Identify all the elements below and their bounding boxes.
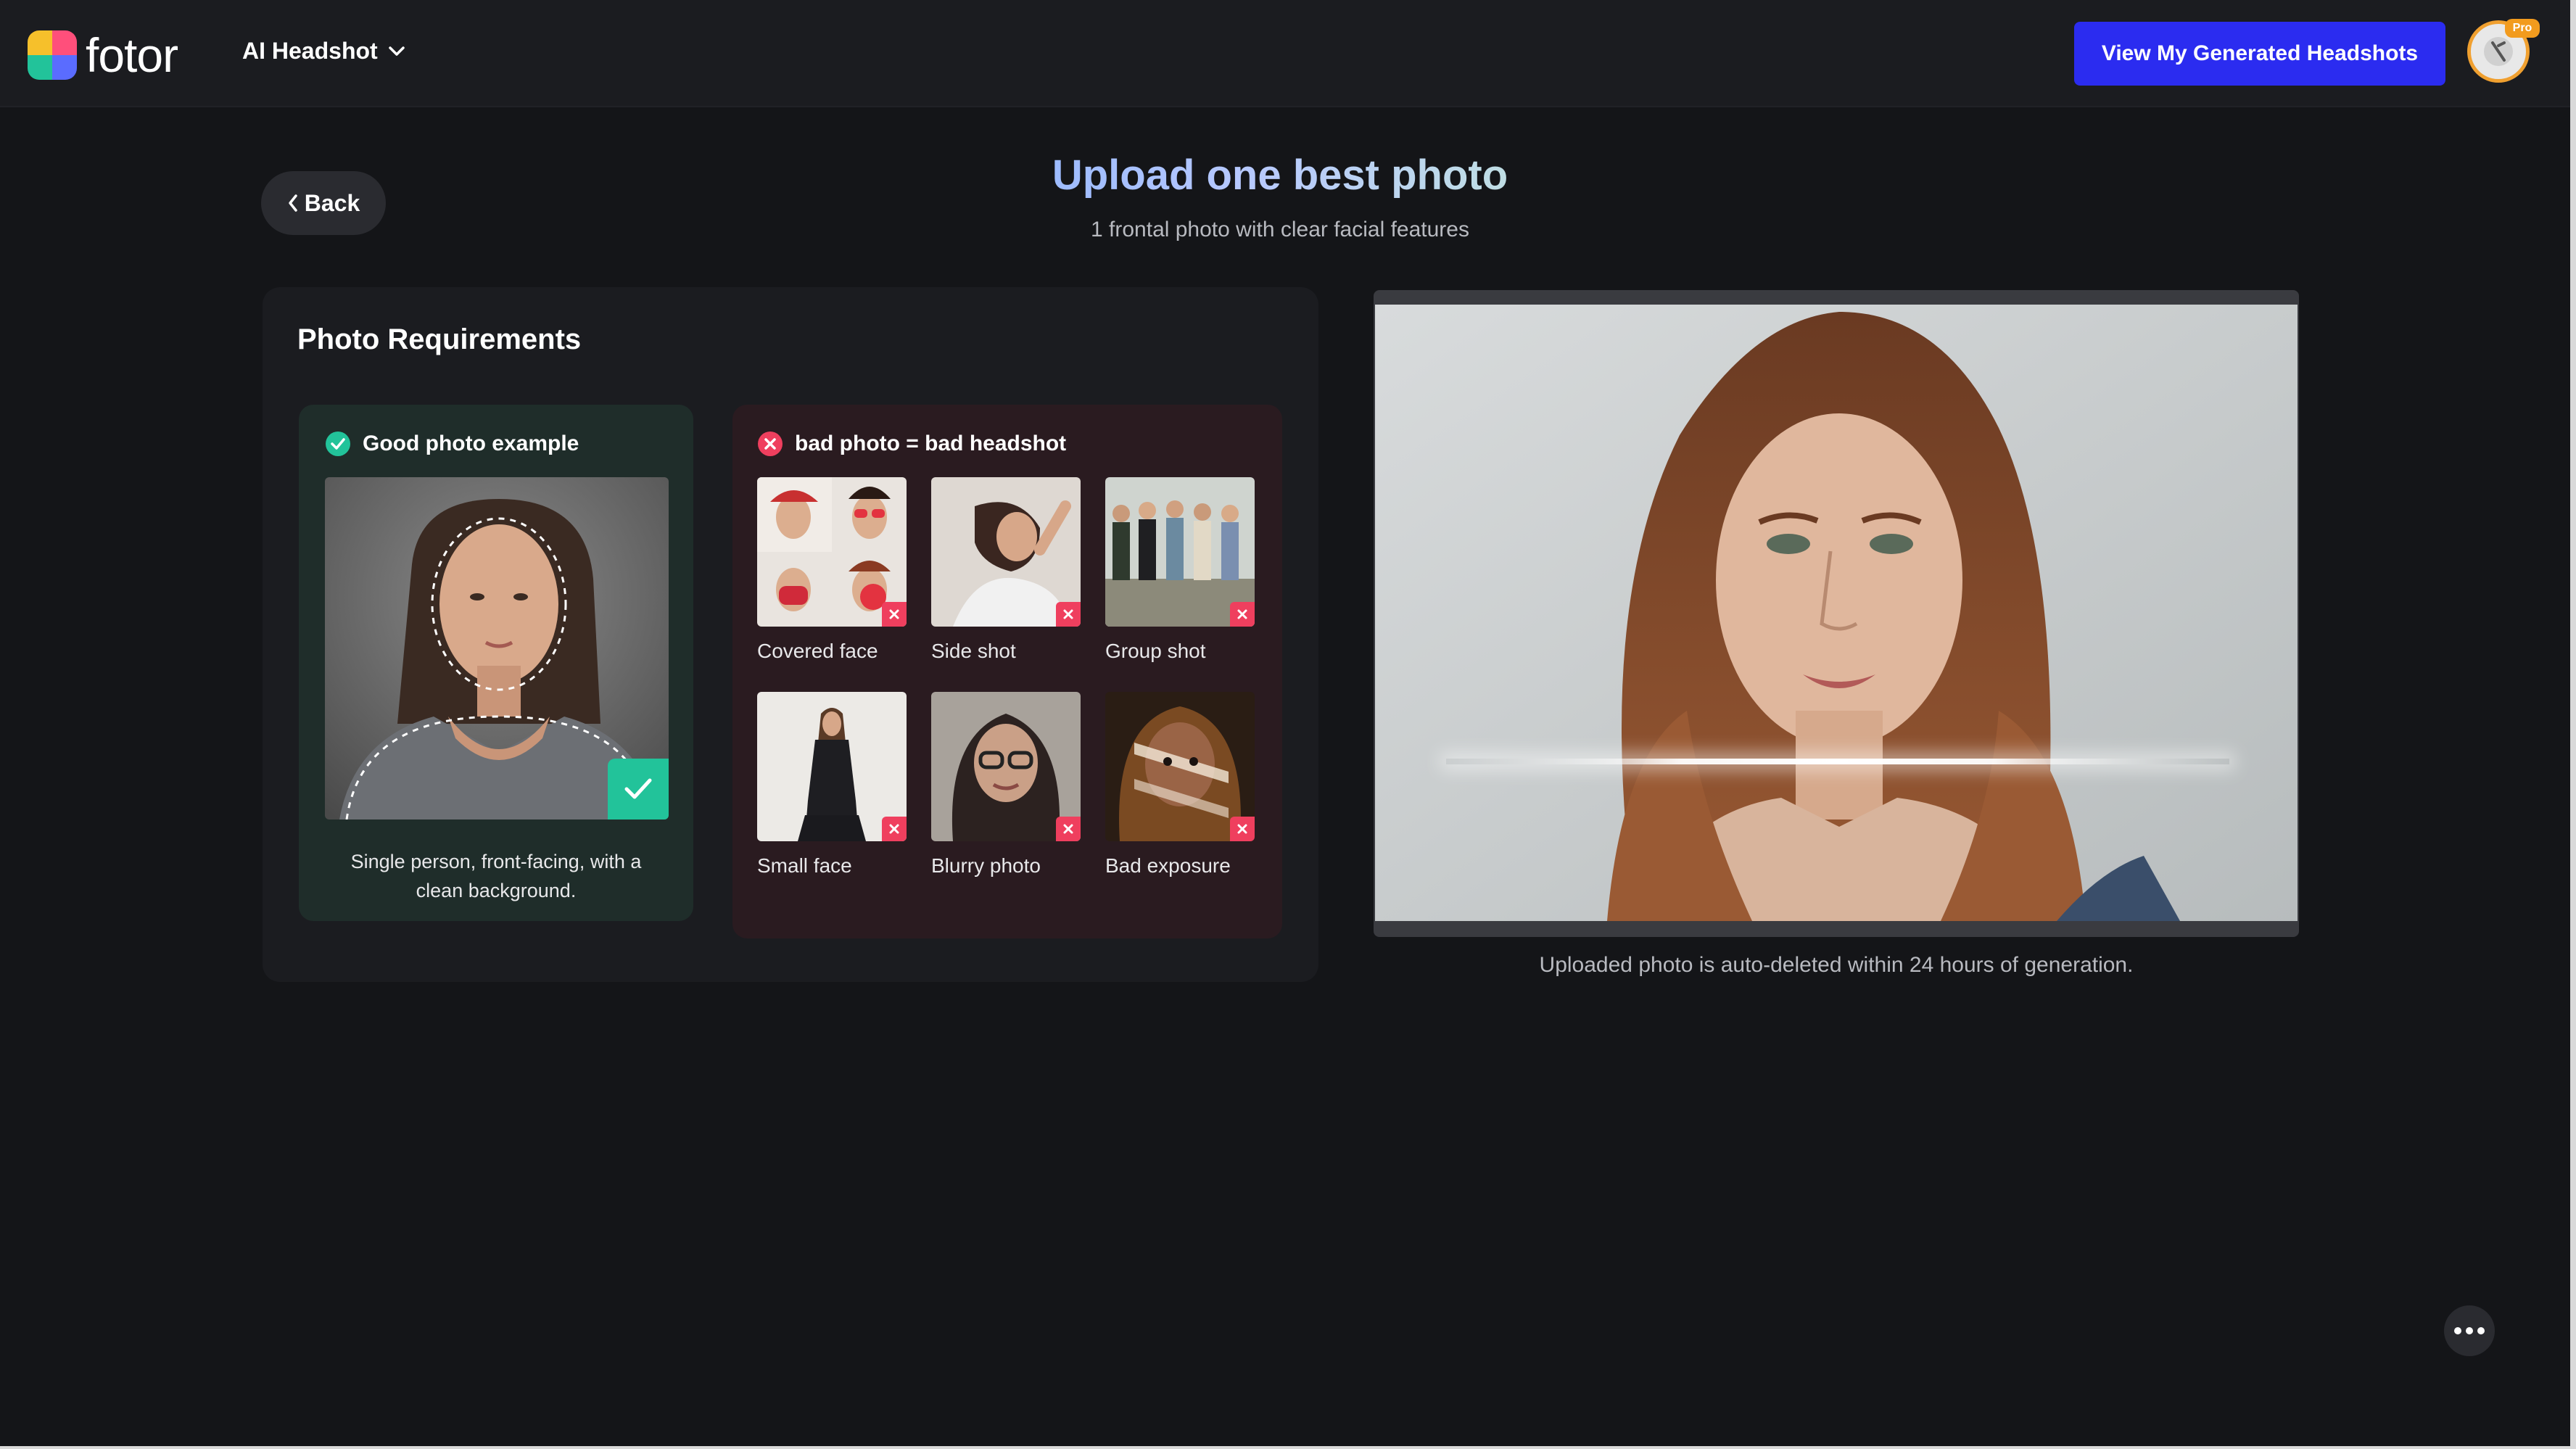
- uploaded-photo: [1375, 305, 2298, 921]
- good-example-photo: [325, 477, 669, 820]
- bad-label-blurry-photo: Blurry photo: [931, 854, 1041, 877]
- back-label: Back: [304, 189, 360, 216]
- good-caption-line2: clean background.: [416, 880, 577, 901]
- x-circle-icon: [758, 432, 783, 456]
- bad-label-side-shot: Side shot: [931, 640, 1016, 662]
- logo-text: fotor: [86, 28, 178, 82]
- x-badge-icon: [1230, 602, 1255, 627]
- good-heading-text: Good photo example: [363, 432, 579, 455]
- bad-heading-text: bad photo = bad headshot: [795, 432, 1067, 455]
- app-window: fotor AI Headshot View My Generated Head…: [0, 0, 2576, 1449]
- checkmark-icon: [624, 778, 652, 799]
- pro-badge: Pro: [2505, 19, 2540, 38]
- auto-delete-note: Uploaded photo is auto-deleted within 24…: [1539, 953, 2134, 977]
- avatar-icon: [2484, 37, 2513, 66]
- page-subtitle: 1 frontal photo with clear facial featur…: [1091, 218, 1469, 242]
- fotor-logo-icon: [28, 30, 77, 80]
- bad-label-group-shot: Group shot: [1105, 640, 1206, 662]
- scan-line-indicator: [1446, 759, 2229, 764]
- x-badge-icon: [1230, 817, 1255, 841]
- x-badge-icon: [882, 602, 907, 627]
- x-badge-icon: [882, 817, 907, 841]
- view-generated-headshots-button[interactable]: View My Generated Headshots: [2074, 22, 2445, 86]
- bad-photo-card: bad photo = bad headshot Covered face Si…: [732, 405, 1282, 938]
- check-circle-icon: [326, 432, 350, 456]
- bad-label-small-face: Small face: [757, 854, 852, 877]
- more-dots-icon: [2454, 1327, 2485, 1334]
- photo-requirements-panel: Photo Requirements Good photo example Si…: [263, 287, 1318, 982]
- nav-dropdown-label: AI Headshot: [242, 38, 378, 64]
- bad-label-covered-face: Covered face: [757, 640, 878, 662]
- bad-example-side-shot: [931, 477, 1081, 627]
- bad-label-bad-exposure: Bad exposure: [1105, 854, 1231, 877]
- good-check-badge: [608, 759, 669, 820]
- bad-photo-heading: bad photo = bad headshot: [757, 431, 1066, 457]
- bad-example-group-shot: [1105, 477, 1255, 627]
- ai-headshot-dropdown[interactable]: AI Headshot: [242, 38, 405, 65]
- bad-example-small-face: [757, 692, 907, 841]
- good-photo-card: Good photo example Single person, front-…: [299, 405, 693, 921]
- bad-example-blurry-photo: [931, 692, 1081, 841]
- good-photo-heading: Good photo example: [325, 431, 579, 457]
- requirements-title: Photo Requirements: [297, 323, 582, 355]
- top-header: fotor AI Headshot View My Generated Head…: [0, 0, 2570, 107]
- chevron-left-icon: [289, 194, 297, 212]
- x-badge-icon: [1056, 817, 1081, 841]
- good-photo-caption: Single person, front-facing, with a clea…: [321, 847, 672, 905]
- x-badge-icon: [1056, 602, 1081, 627]
- more-options-button[interactable]: [2444, 1305, 2495, 1356]
- chevron-down-icon: [388, 46, 405, 56]
- good-caption-line1: Single person, front-facing, with a: [350, 851, 642, 872]
- bad-example-bad-exposure: [1105, 692, 1255, 841]
- bad-example-covered-face: [757, 477, 907, 627]
- uploaded-photo-preview: [1374, 290, 2299, 937]
- fotor-logo[interactable]: fotor: [28, 28, 178, 83]
- page-title: Upload one best photo: [943, 151, 1617, 199]
- back-button[interactable]: Back: [261, 171, 386, 235]
